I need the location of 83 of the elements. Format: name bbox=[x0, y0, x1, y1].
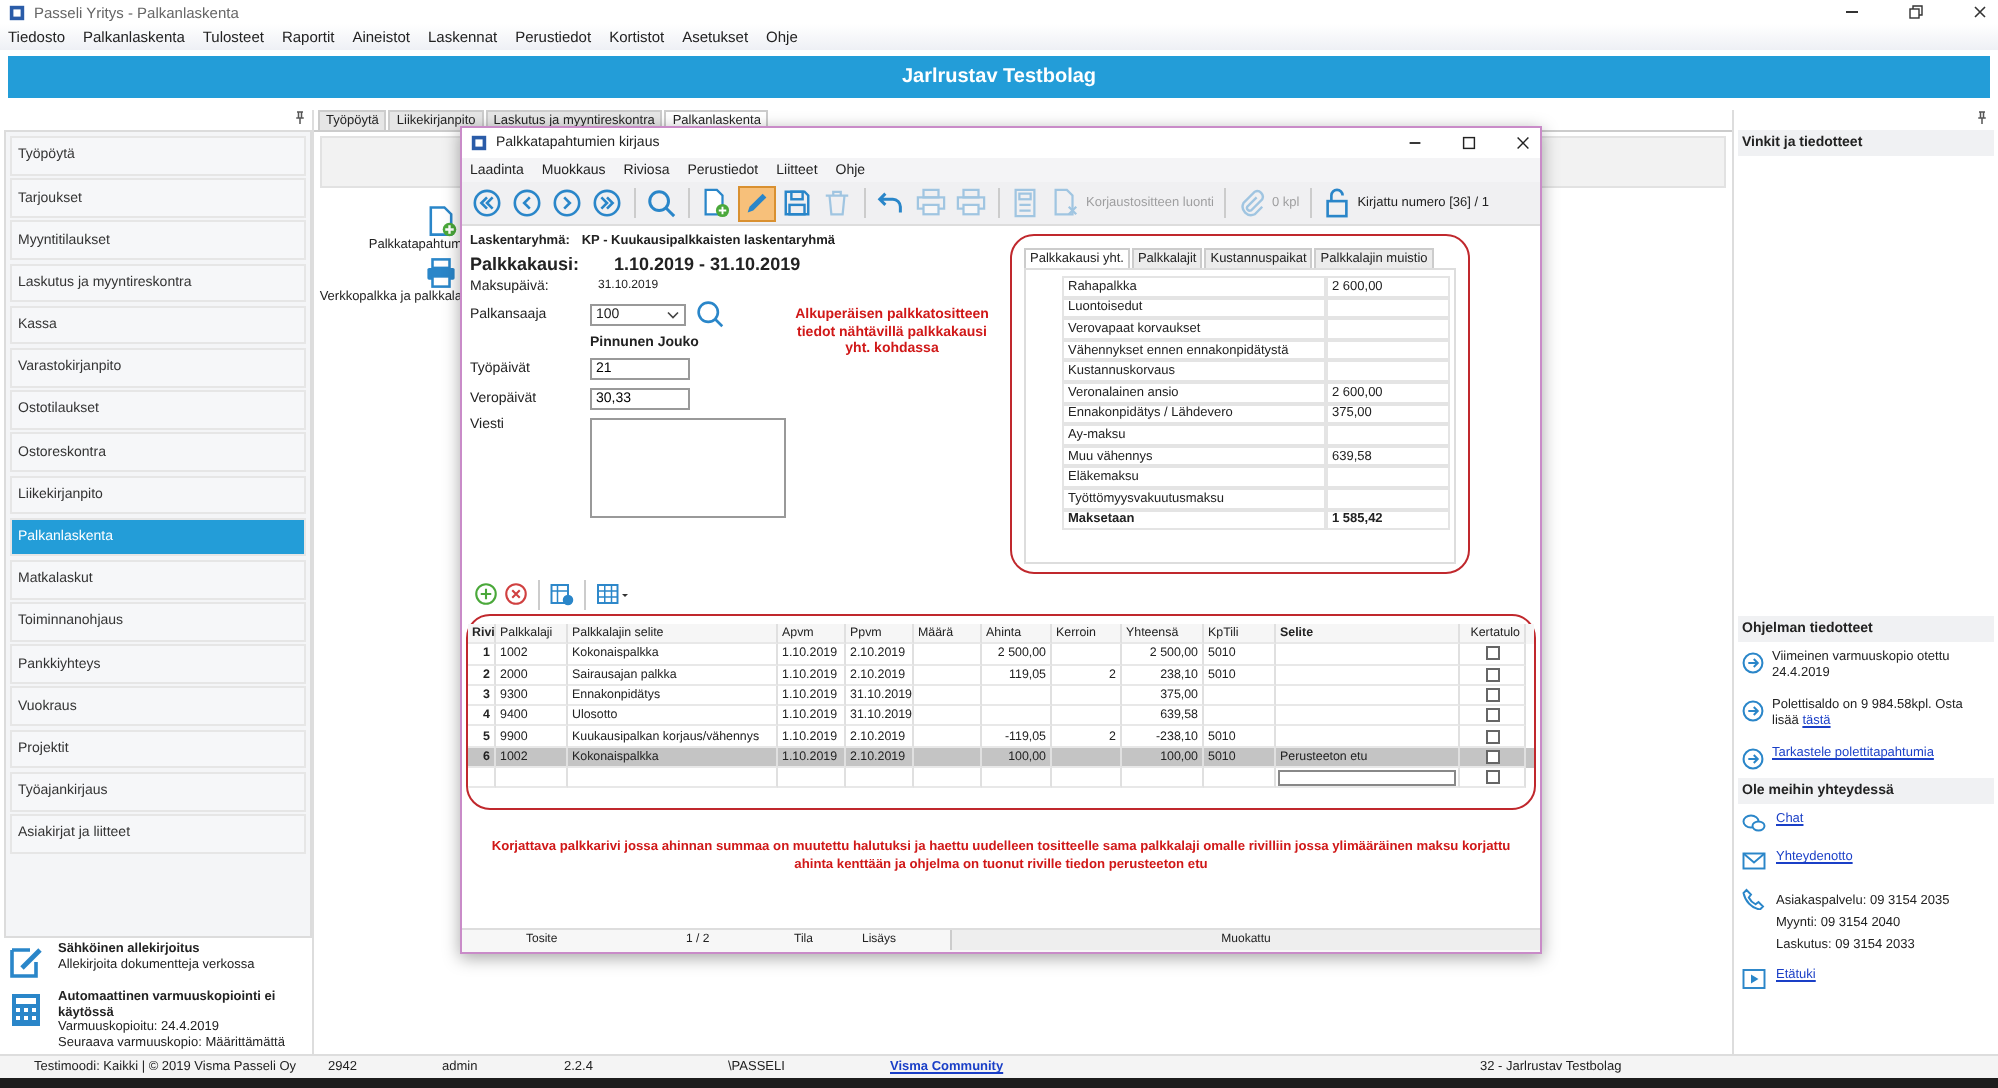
summary-value bbox=[1326, 424, 1450, 446]
table-cell bbox=[914, 685, 982, 707]
app-icon bbox=[470, 134, 488, 152]
grid-info-icon[interactable] bbox=[550, 582, 574, 606]
company-name: Jarlrustav Testbolag bbox=[901, 66, 1097, 88]
table-cell bbox=[496, 768, 568, 789]
summary-value bbox=[1326, 466, 1450, 488]
table-cell bbox=[1052, 685, 1122, 707]
table-cell bbox=[846, 768, 914, 789]
nav-button[interactable] bbox=[590, 185, 626, 221]
table-cell bbox=[1204, 685, 1276, 707]
summary-value bbox=[1326, 339, 1450, 361]
table-cell bbox=[778, 768, 846, 789]
trash-icon bbox=[822, 188, 852, 218]
add-row-icon[interactable] bbox=[474, 582, 498, 606]
pin-icon[interactable] bbox=[1976, 110, 1988, 126]
checkbox[interactable] bbox=[1485, 749, 1499, 764]
summary-value bbox=[1326, 297, 1450, 319]
paperclip-icon bbox=[1235, 188, 1266, 218]
table-cell bbox=[914, 644, 982, 666]
table-cell bbox=[1052, 768, 1122, 789]
video-icon[interactable] bbox=[1742, 968, 1766, 990]
arrow-circle-icon[interactable] bbox=[1742, 700, 1764, 722]
table-cell bbox=[982, 685, 1052, 707]
nav-button[interactable] bbox=[470, 185, 506, 221]
save-icon bbox=[782, 188, 812, 218]
grid-dropdown-icon[interactable] bbox=[596, 582, 630, 606]
chevron-right-icon bbox=[552, 188, 582, 218]
table-cell bbox=[1122, 768, 1204, 789]
summary-value bbox=[1326, 487, 1450, 510]
summary-value bbox=[1326, 318, 1450, 340]
table-cell bbox=[982, 768, 1052, 789]
document-add-icon[interactable] bbox=[424, 204, 458, 238]
checkbox[interactable] bbox=[1485, 667, 1499, 682]
printer-icon[interactable] bbox=[424, 256, 458, 290]
table-cell bbox=[914, 747, 982, 769]
arrow-circle-icon[interactable] bbox=[1742, 748, 1764, 770]
table-cell bbox=[914, 768, 982, 789]
restore-icon[interactable] bbox=[1906, 2, 1926, 22]
note-field[interactable] bbox=[1278, 769, 1456, 786]
toolbar-button[interactable] bbox=[644, 185, 680, 221]
chat-icon[interactable] bbox=[1742, 812, 1766, 834]
pen-document-icon[interactable] bbox=[6, 942, 46, 982]
maximize-icon[interactable] bbox=[1460, 134, 1478, 152]
table-cell bbox=[1052, 706, 1122, 727]
printer-icon bbox=[916, 188, 946, 218]
checkbox[interactable] bbox=[1485, 688, 1499, 703]
nav-button[interactable] bbox=[510, 185, 546, 221]
checkbox[interactable] bbox=[1485, 729, 1499, 744]
checkbox[interactable] bbox=[1485, 770, 1499, 785]
undo-icon bbox=[876, 188, 906, 218]
pin-icon[interactable] bbox=[294, 110, 306, 126]
table-cell bbox=[1052, 644, 1122, 666]
summary-value bbox=[1326, 360, 1450, 382]
checkbox[interactable] bbox=[1485, 646, 1499, 661]
field-value: 1.10.2019 - 31.10.2019 bbox=[614, 254, 801, 274]
message-field[interactable] bbox=[590, 418, 786, 518]
document-add-icon bbox=[700, 188, 730, 218]
phone-icon bbox=[1742, 888, 1766, 910]
chevron-down-icon bbox=[666, 309, 680, 319]
close-icon[interactable] bbox=[1970, 2, 1990, 22]
search-icon[interactable] bbox=[696, 300, 724, 328]
double-chevron-right-icon bbox=[592, 188, 622, 218]
printer-icon bbox=[956, 188, 986, 218]
toolbar-button[interactable] bbox=[738, 185, 776, 221]
table-cell bbox=[982, 706, 1052, 727]
double-chevron-left-icon bbox=[472, 188, 502, 218]
table-cell bbox=[1204, 706, 1276, 727]
close-icon[interactable] bbox=[1514, 134, 1532, 152]
table-cell bbox=[914, 706, 982, 727]
table-cell bbox=[914, 665, 982, 686]
table-cell bbox=[468, 768, 496, 789]
remove-row-icon[interactable] bbox=[504, 582, 528, 606]
padlock-icon bbox=[1321, 188, 1352, 218]
nav-button[interactable] bbox=[550, 185, 586, 221]
table-cell bbox=[1052, 747, 1122, 769]
envelope-icon[interactable] bbox=[1742, 850, 1766, 872]
checkbox[interactable] bbox=[1485, 708, 1499, 723]
chevron-left-icon bbox=[512, 188, 542, 218]
document-icon bbox=[1050, 188, 1080, 218]
arrow-circle-icon[interactable] bbox=[1742, 652, 1764, 674]
field-label: Palkkakausi: bbox=[470, 254, 582, 274]
search-icon bbox=[646, 188, 676, 218]
